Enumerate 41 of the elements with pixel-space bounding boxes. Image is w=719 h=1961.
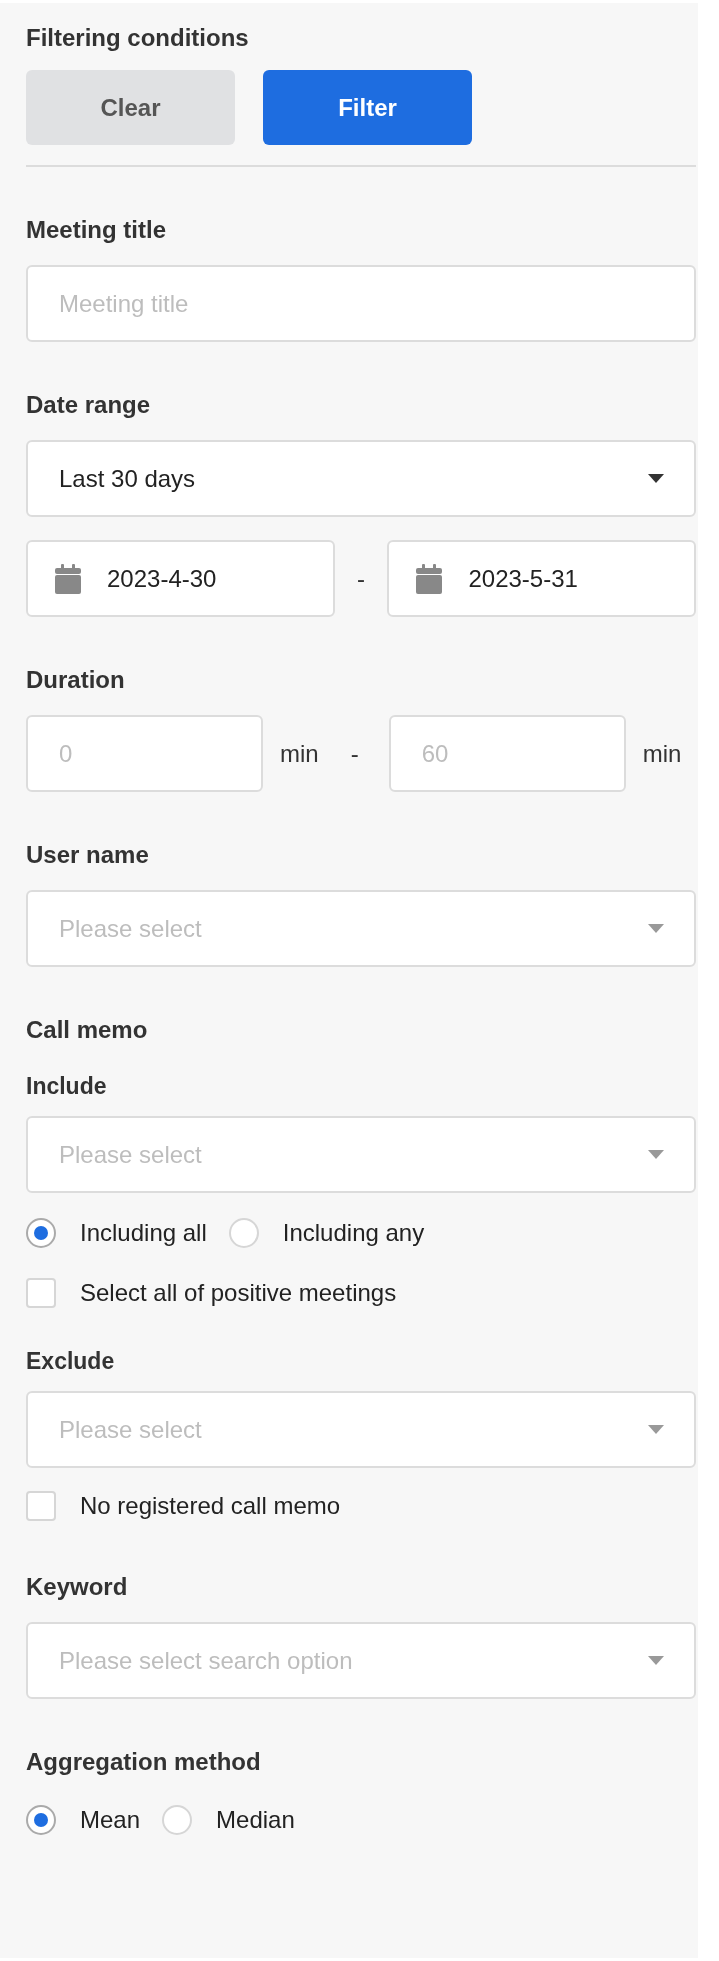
caret-icon: [648, 474, 664, 483]
radio-label[interactable]: Including any: [282, 1215, 425, 1251]
date-field[interactable]: 2023-5-31: [387, 540, 696, 617]
field-label: User name: [26, 840, 150, 870]
calendar-icon: [416, 563, 443, 594]
unit-label: min: [280, 738, 319, 769]
radio-label[interactable]: Mean: [80, 1802, 141, 1838]
radio-button[interactable]: [26, 1218, 56, 1248]
field-label: Keyword: [26, 1572, 129, 1602]
field-label: Include: [26, 1072, 108, 1100]
panel-title: Filtering conditions: [26, 23, 250, 53]
checkbox[interactable]: [26, 1491, 56, 1521]
checkbox-label[interactable]: Select all of positive meetings: [80, 1275, 397, 1311]
range-separator: -: [356, 563, 366, 594]
text-input[interactable]: Meeting title: [26, 265, 696, 342]
radio-label[interactable]: Including all: [80, 1215, 207, 1251]
radio-button[interactable]: [26, 1805, 56, 1835]
field-label: Call memo: [26, 1015, 149, 1045]
clear-button[interactable]: Clear: [26, 70, 235, 145]
radio-button[interactable]: [162, 1805, 193, 1835]
caret-icon: [648, 924, 664, 933]
field-label: Date range: [26, 390, 152, 420]
field-label: Duration: [26, 665, 126, 695]
calendar-icon: [55, 563, 81, 594]
date-field[interactable]: 2023-4-30: [26, 540, 335, 617]
number-input[interactable]: 60: [388, 715, 626, 792]
radio-label[interactable]: Median: [216, 1802, 295, 1838]
field-label: Exclude: [26, 1347, 116, 1375]
caret-icon: [648, 1150, 664, 1159]
filter-button[interactable]: Filter: [263, 70, 472, 145]
checkbox[interactable]: [26, 1278, 56, 1308]
number-input[interactable]: 0: [26, 715, 263, 792]
caret-icon: [648, 1425, 664, 1434]
range-separator: -: [350, 738, 359, 769]
field-label: Meeting title: [26, 215, 167, 245]
field-label: Aggregation method: [26, 1747, 262, 1777]
unit-label: min: [642, 738, 682, 769]
radio-button[interactable]: [228, 1218, 259, 1248]
checkbox-label[interactable]: No registered call memo: [80, 1488, 341, 1524]
select-field[interactable]: Last 30 days: [26, 440, 696, 517]
caret-icon: [648, 1656, 664, 1665]
